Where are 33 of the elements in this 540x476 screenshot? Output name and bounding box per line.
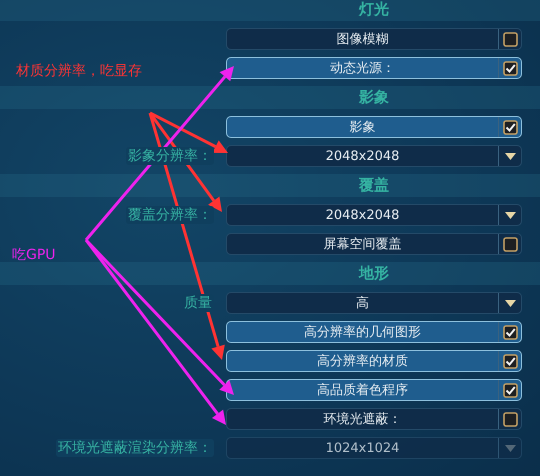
checkbox-row[interactable]: 高分辨率的几何图形 xyxy=(226,321,522,343)
annotation-note: 吃GPU xyxy=(12,246,56,264)
setting-label: 影象分辨率： xyxy=(126,147,214,165)
dropdown[interactable]: 2048x2048 xyxy=(226,204,522,226)
section-title: 灯光 xyxy=(358,0,390,19)
setting-label: 环境光遮蔽渲染分辨率： xyxy=(56,439,214,457)
checkbox-icon[interactable] xyxy=(502,236,518,252)
annotation-note: 材质分辨率，吃显存 xyxy=(16,62,142,80)
dropdown[interactable]: 高 xyxy=(226,292,522,314)
section-title: 影象 xyxy=(358,88,390,107)
checked-checkbox-icon[interactable] xyxy=(502,60,518,76)
checkbox-row[interactable]: 屏幕空间覆盖 xyxy=(226,233,522,255)
checkbox-row[interactable]: 高品质着色程序 xyxy=(226,379,522,401)
caret-icon xyxy=(504,300,516,306)
checkbox-row[interactable]: 图像模糊 xyxy=(226,28,522,50)
checkbox-icon[interactable] xyxy=(502,32,518,46)
section-title: 地形 xyxy=(358,264,390,283)
caret-icon xyxy=(504,152,516,160)
checked-checkbox-icon[interactable] xyxy=(502,354,518,368)
caret-icon xyxy=(504,444,516,452)
checkbox-row[interactable]: 影象 xyxy=(226,116,522,138)
checkbox-icon[interactable] xyxy=(502,412,518,426)
checkbox-row[interactable]: 动态光源： xyxy=(226,57,522,79)
checked-checkbox-icon[interactable] xyxy=(502,382,518,398)
checked-checkbox-icon[interactable] xyxy=(502,120,518,134)
checked-checkbox-icon[interactable] xyxy=(502,324,518,340)
setting-label: 覆盖分辨率： xyxy=(126,206,214,224)
checkbox-row[interactable]: 高分辨率的材质 xyxy=(226,350,522,372)
checkbox-row[interactable]: 环境光遮蔽： xyxy=(226,408,522,430)
dropdown[interactable]: 2048x2048 xyxy=(226,145,522,167)
section-title: 覆盖 xyxy=(358,176,390,195)
caret-icon xyxy=(504,212,516,218)
setting-label: 质量 xyxy=(182,294,214,312)
